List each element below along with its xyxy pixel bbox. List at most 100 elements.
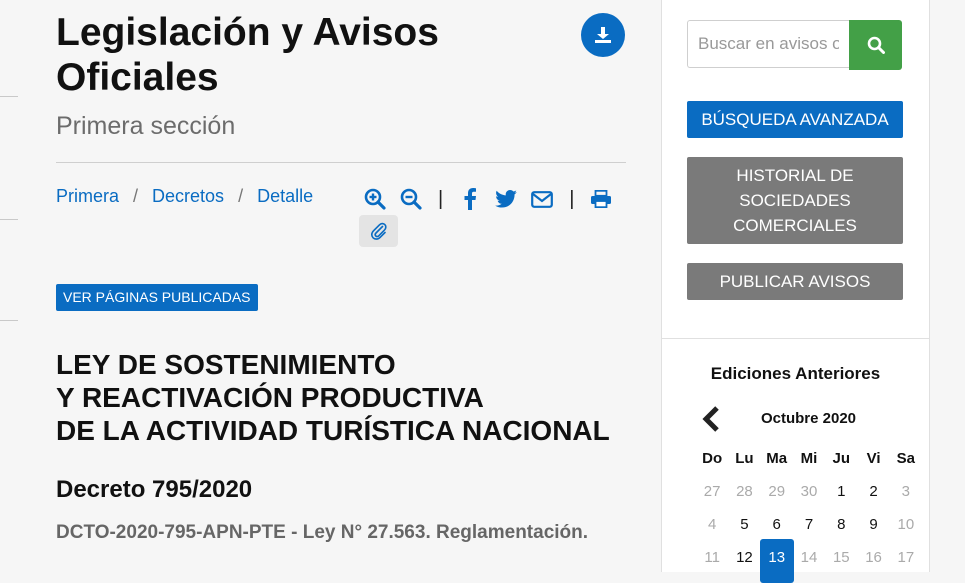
zoom-in-button[interactable]: [362, 186, 388, 212]
breadcrumb-separator: /: [133, 186, 139, 206]
calendar-day[interactable]: 6: [761, 514, 793, 536]
download-icon: [595, 27, 611, 43]
email-share-button[interactable]: [529, 186, 555, 212]
calendar-day-label: 16: [865, 549, 882, 566]
page-title-line: Legislación y Avisos: [56, 11, 439, 54]
search-button[interactable]: [849, 20, 902, 70]
page-title: Legislación y Avisos Oficiales: [56, 10, 536, 100]
calendar-prev-button[interactable]: [700, 405, 722, 433]
calendar-day-label: 3: [901, 483, 911, 500]
calendar-day-label: 9: [869, 516, 878, 533]
calendar-day-label: 14: [800, 549, 818, 566]
header-divider: [56, 162, 626, 163]
calendar-day-label: 10: [897, 516, 915, 533]
calendar-day-label: 1: [837, 483, 846, 500]
calendar-day: 28: [728, 481, 760, 503]
calendar-day-label: 17: [897, 549, 915, 566]
calendar-weekday: Vi: [866, 450, 881, 467]
calendar-day-label: 28: [736, 483, 753, 500]
facebook-share-button[interactable]: [457, 186, 483, 212]
twitter-icon: [495, 190, 518, 208]
company-history-button[interactable]: HISTORIAL DE SOCIEDADES COMERCIALES: [687, 157, 903, 244]
sidebar-divider: [662, 338, 929, 339]
calendar-day-label: 2: [869, 483, 878, 500]
breadcrumb-link-primera[interactable]: Primera: [56, 186, 119, 206]
document-toolbar: | |: [362, 186, 624, 212]
calendar-day: 11: [696, 547, 728, 569]
zoom-out-icon: [400, 188, 422, 210]
attachments-button[interactable]: [359, 215, 398, 247]
calendar-day[interactable]: 8: [825, 514, 857, 536]
twitter-share-button[interactable]: [493, 186, 519, 212]
decree-summary: DCTO-2020-795-APN-PTE - Ley N° 27.563. R…: [56, 522, 589, 543]
chevron-left-icon: [702, 406, 719, 432]
calendar-day-label: 15: [832, 549, 850, 566]
law-title-line: LEY DE SOSTENIMIENTO: [56, 349, 396, 380]
calendar-day-label: 8: [837, 516, 846, 533]
paperclip-icon: [370, 222, 387, 240]
calendar-day: 16: [857, 547, 889, 569]
calendar-weekday: Do: [702, 450, 723, 467]
calendar-day[interactable]: 1: [825, 481, 857, 503]
calendar-day-label: 27: [703, 483, 721, 500]
law-title: LEY DE SOSTENIMIENTO Y REACTIVACIÓN PROD…: [56, 348, 626, 447]
calendar-day-label: 13: [768, 549, 786, 566]
calendar-day[interactable]: 12: [728, 547, 760, 569]
left-panel-edge: [0, 0, 18, 572]
sidebar: BÚSQUEDA AVANZADA HISTORIAL DE SOCIEDADE…: [661, 0, 930, 583]
calendar-day-label: 12: [736, 549, 753, 566]
calendar-weekday: Ma: [766, 450, 788, 467]
calendar-day[interactable]: 9: [857, 514, 889, 536]
breadcrumb-link-decretos[interactable]: Decretos: [152, 186, 224, 206]
calendar-day[interactable]: 2: [857, 481, 889, 503]
publish-notices-button[interactable]: PUBLICAR AVISOS: [687, 263, 903, 300]
calendar-month-label: Octubre 2020: [760, 410, 857, 427]
calendar-day[interactable]: 7: [793, 514, 825, 536]
print-icon: [591, 190, 612, 208]
advanced-search-button[interactable]: BÚSQUEDA AVANZADA: [687, 101, 903, 138]
calendar-day: 14: [793, 547, 825, 569]
calendar-day[interactable]: 5: [728, 514, 760, 536]
calendar-day: 10: [890, 514, 922, 536]
zoom-out-button[interactable]: [398, 186, 424, 212]
calendar-day: 4: [696, 514, 728, 536]
zoom-in-icon: [364, 188, 386, 210]
calendar-weekday: Lu: [735, 450, 754, 467]
search-icon: [867, 36, 885, 54]
calendar-day-label: 29: [768, 483, 786, 500]
calendar-weekday: Sa: [896, 450, 916, 467]
calendar-day-label: 11: [704, 549, 720, 566]
breadcrumb-link-detalle[interactable]: Detalle: [257, 186, 313, 206]
calendar-day: 15: [825, 547, 857, 569]
calendar-day-label: 30: [800, 483, 818, 500]
law-title-line: Y REACTIVACIÓN PRODUCTIVA: [56, 382, 484, 413]
calendar-grid: Do Lu Ma Mi Ju Vi Sa 27 28 29 30 1 2 3 4 5 6 7 8 9 10 11 12 13 1…: [696, 448, 922, 583]
print-button[interactable]: [588, 186, 614, 212]
calendar-day-label: 5: [740, 516, 749, 533]
calendar-day: 3: [890, 481, 922, 503]
view-published-pages-button[interactable]: VER PÁGINAS PUBLICADAS: [56, 284, 258, 311]
toolbar-separator: |: [569, 187, 575, 210]
facebook-icon: [464, 188, 477, 210]
divider: [0, 219, 18, 220]
email-icon: [531, 190, 554, 208]
search-bar: [687, 20, 902, 70]
calendar-day-label: 7: [804, 516, 814, 533]
calendar-day: 29: [761, 481, 793, 503]
breadcrumb: Primera / Decretos / Detalle: [56, 186, 313, 207]
law-title-line: DE LA ACTIVIDAD TURÍSTICA NACIONAL: [56, 415, 610, 446]
section-subtitle: Primera sección: [56, 112, 236, 140]
calendar-weekday: Ju: [832, 450, 851, 467]
divider: [0, 96, 18, 97]
previous-editions-title: Ediciones Anteriores: [710, 364, 881, 383]
search-input[interactable]: [687, 20, 849, 68]
calendar-day-label: 4: [707, 516, 717, 533]
toolbar-separator: |: [438, 187, 444, 210]
calendar-day: 27: [696, 481, 728, 503]
calendar-day-label: 6: [772, 516, 781, 533]
download-button[interactable]: [581, 13, 625, 57]
main-content: Legislación y Avisos Oficiales Primera s…: [56, 0, 626, 572]
calendar-day-selected[interactable]: 13: [759, 539, 795, 583]
calendar-day: 17: [890, 547, 922, 569]
decree-number: Decreto 795/2020: [56, 476, 253, 503]
